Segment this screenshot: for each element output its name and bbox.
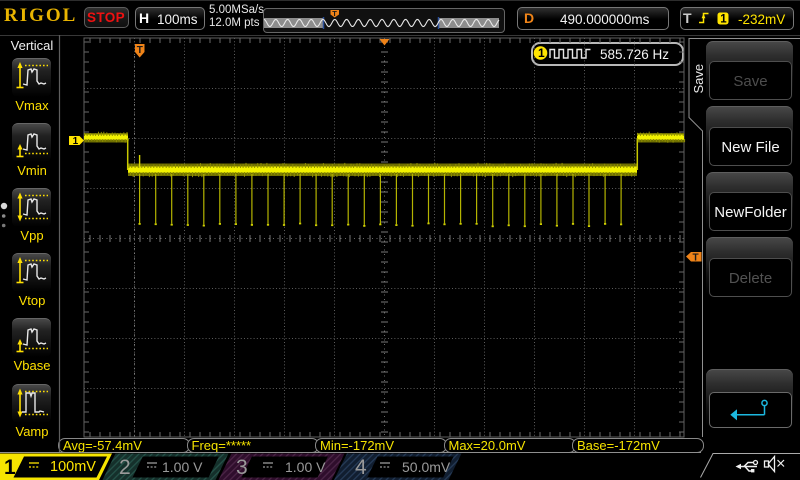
svg-text:1: 1 <box>720 13 727 25</box>
svg-text:T: T <box>332 9 337 18</box>
svg-text:T: T <box>693 253 699 264</box>
svg-text:1: 1 <box>538 46 545 60</box>
svg-text:1: 1 <box>73 136 79 147</box>
svg-text:T: T <box>137 45 143 56</box>
